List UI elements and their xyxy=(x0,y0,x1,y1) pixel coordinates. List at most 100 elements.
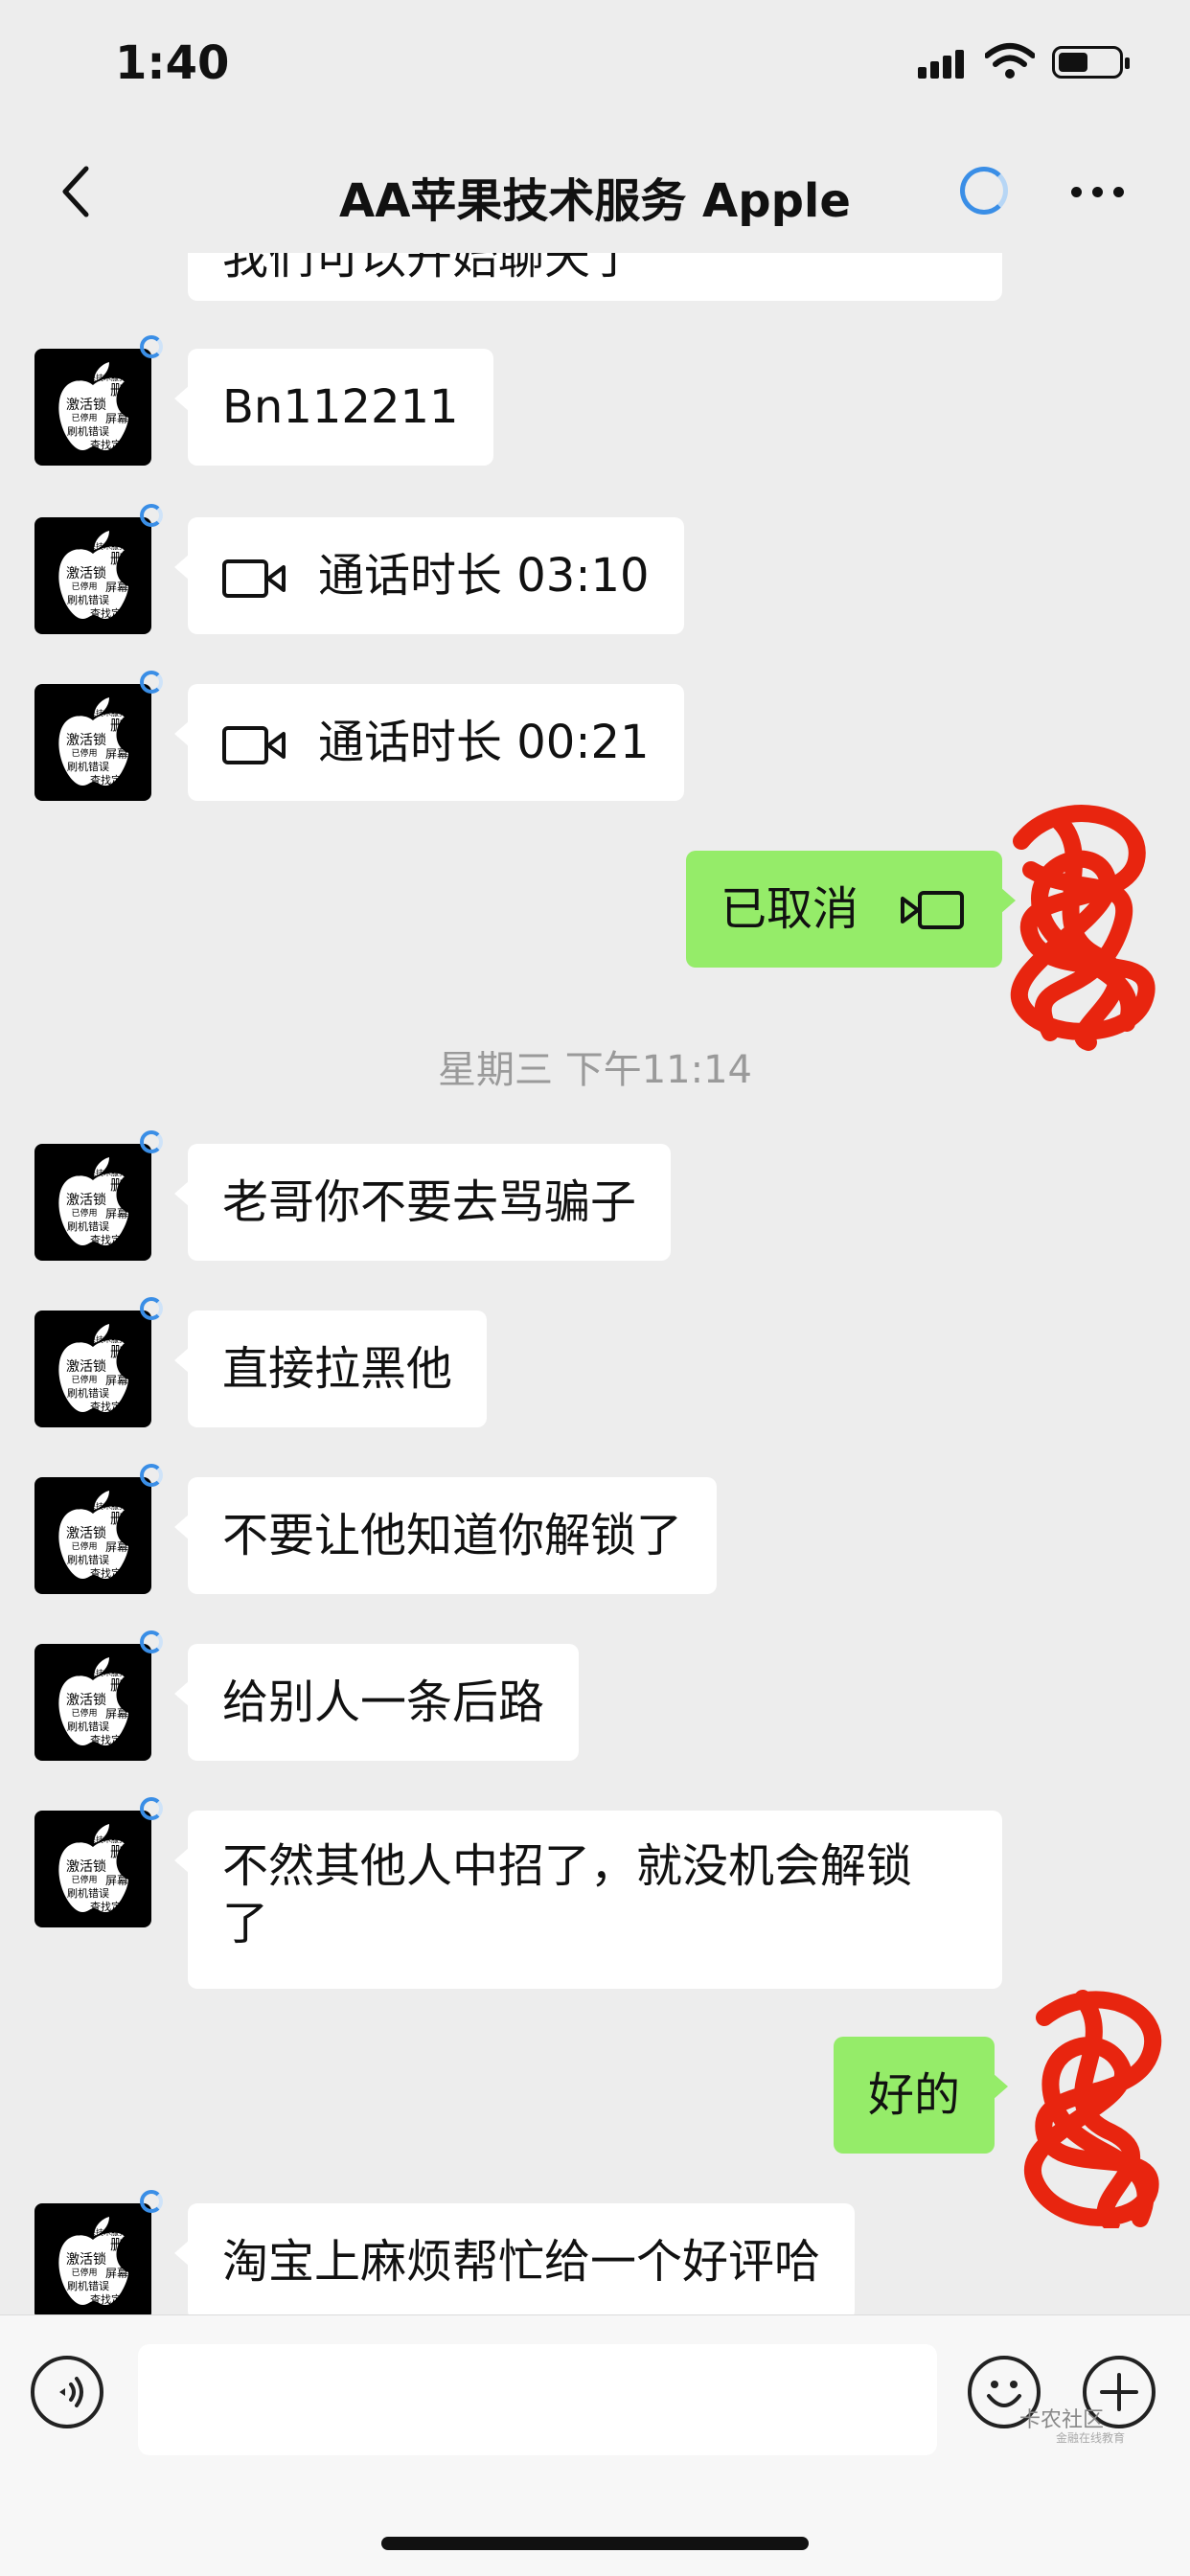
avatar-text: 刷机错误 xyxy=(67,2280,109,2292)
loading-badge-icon xyxy=(140,1297,163,1320)
avatar-text: 查找定位 xyxy=(90,439,132,451)
message-bubble[interactable]: 老哥你不要去骂骗子 xyxy=(173,1144,672,1261)
avatar-text: 删除ID xyxy=(110,1343,151,1360)
avatar-text: 删除ID xyxy=(110,1510,151,1527)
video-call-icon xyxy=(222,726,286,764)
call-duration: 通话时长 03:10 xyxy=(318,549,650,603)
message-text: 淘宝上麻烦帮忙给一个好评哈 xyxy=(222,2235,821,2289)
chat-header: AA苹果技术服务 Apple xyxy=(0,134,1190,253)
avatar-text: 刷机错误 xyxy=(67,594,109,606)
avatar-text: 查找定位 xyxy=(90,607,132,620)
avatar-text: 删除ID xyxy=(110,717,151,734)
call-bubble-sent[interactable]: 已取消 xyxy=(686,851,1016,968)
message-bubble[interactable]: 我们可以开始聊天了 xyxy=(188,253,1002,301)
more-dots-icon[interactable] xyxy=(1071,187,1125,198)
avatar-text: 查找定位 xyxy=(90,774,132,786)
avatar-text: 屏幕锁 xyxy=(104,747,140,761)
timestamp: 星期三 下午11:14 xyxy=(438,1048,752,1092)
loading-badge-icon xyxy=(140,1130,163,1153)
message-bubble[interactable]: 直接拉黑他 xyxy=(173,1311,488,1427)
message-text-line: 不然其他人中招了，就没机会解锁 xyxy=(222,1839,913,1893)
redaction-scribble xyxy=(1010,805,1156,1051)
message-text-line: 了 xyxy=(222,1897,269,1950)
chat-title: AA苹果技术服务 Apple xyxy=(339,174,851,228)
call-bubble[interactable]: 通话时长 00:21 xyxy=(174,684,684,801)
avatar-text: 查找定位 xyxy=(90,1901,132,1913)
avatar[interactable]: 专业苹果技术服务 删除ID 激活锁 已停用 屏幕锁 刷机错误 查找定位 xyxy=(34,517,151,634)
voice-icon[interactable] xyxy=(31,2356,103,2428)
avatar-text: 删除ID xyxy=(110,1676,151,1694)
avatar-text: 删除ID xyxy=(110,2236,151,2253)
avatar[interactable]: 专业苹果技术服务 删除ID 激活锁 已停用 屏幕锁 刷机错误 查找定位 xyxy=(34,1144,151,1261)
avatar[interactable]: 专业苹果技术服务 删除ID 激活锁 已停用 屏幕锁 刷机错误 查找定位 xyxy=(34,349,151,466)
message-bubble-sent[interactable]: 好的 xyxy=(834,2037,1009,2154)
avatar-text: 屏幕锁 xyxy=(104,412,140,425)
avatar-text: 查找定位 xyxy=(90,1567,132,1580)
avatar-text: 刷机错误 xyxy=(67,1554,109,1566)
spinner-icon xyxy=(960,167,1008,215)
avatar-text: 查找定位 xyxy=(90,1734,132,1746)
avatar-text: 激活锁 xyxy=(66,1693,106,1708)
message-bubble[interactable]: Bn112211 xyxy=(174,349,493,466)
message-bubble[interactable]: 不然其他人中招了，就没机会解锁 了 xyxy=(174,1811,1002,1989)
call-status: 已取消 xyxy=(721,882,859,936)
message-text: 直接拉黑他 xyxy=(222,1342,453,1396)
avatar-text: 屏幕锁 xyxy=(104,1540,140,1554)
loading-badge-icon xyxy=(140,671,163,694)
redaction-scribble xyxy=(1023,1990,1161,2228)
avatar-text: 屏幕锁 xyxy=(104,1874,140,1887)
avatar-text: 激活锁 xyxy=(66,1859,106,1875)
avatar[interactable]: 专业苹果技术服务 删除ID 激活锁 已停用 屏幕锁 刷机错误 查找定位 xyxy=(34,1644,151,1761)
avatar-text: 激活锁 xyxy=(66,2252,106,2268)
avatar-text: 删除ID xyxy=(110,1843,151,1860)
avatar[interactable]: 专业苹果技术服务 删除ID 激活锁 已停用 屏幕锁 刷机错误 查找定位 xyxy=(34,1311,151,1427)
avatar[interactable]: 专业苹果技术服务 删除ID 激活锁 已停用 屏幕锁 刷机错误 查找定位 xyxy=(34,2203,151,2314)
avatar-text: 刷机错误 xyxy=(67,1887,109,1900)
avatar-text: 激活锁 xyxy=(66,1526,106,1541)
call-bubble[interactable]: 通话时长 03:10 xyxy=(174,517,684,634)
avatar-text: 删除ID xyxy=(110,381,151,399)
avatar-text: 删除ID xyxy=(110,550,151,567)
avatar-text: 屏幕锁 xyxy=(104,1374,140,1387)
avatar[interactable]: 专业苹果技术服务 删除ID 激活锁 已停用 屏幕锁 刷机错误 查找定位 xyxy=(34,1811,151,1927)
avatar-text: 查找定位 xyxy=(90,2293,132,2306)
avatar-text: 刷机错误 xyxy=(67,761,109,773)
message-text: 好的 xyxy=(868,2068,961,2122)
loading-badge-icon xyxy=(140,1797,163,1820)
avatar-text: 激活锁 xyxy=(66,1359,106,1375)
video-call-icon xyxy=(901,891,964,929)
avatar-text: 屏幕锁 xyxy=(104,1207,140,1220)
avatar-text: 刷机错误 xyxy=(67,1220,109,1233)
loading-badge-icon xyxy=(140,2190,163,2213)
video-call-icon xyxy=(222,559,286,598)
status-time: 1:40 xyxy=(115,36,230,90)
home-indicator[interactable] xyxy=(381,2537,809,2550)
message-text: 不要让他知道你解锁了 xyxy=(222,1509,683,1562)
avatar-text: 激活锁 xyxy=(66,566,106,581)
message-list[interactable]: 我们可以开始聊天了 专业苹果技术服务 删除ID 激活锁 已停用 屏幕锁 刷机错误 查找定位 … xyxy=(0,253,1190,2314)
avatar-text: 查找定位 xyxy=(90,1234,132,1246)
status-bar: 1:40 xyxy=(0,0,1190,134)
avatar-text: 查找定位 xyxy=(90,1401,132,1413)
signal-icon xyxy=(918,50,968,79)
loading-badge-icon xyxy=(140,1630,163,1653)
avatar-text: 激活锁 xyxy=(66,1193,106,1208)
avatar-text: 屏幕锁 xyxy=(104,581,140,594)
loading-badge-icon xyxy=(140,504,163,527)
avatar[interactable]: 专业苹果技术服务 删除ID 激活锁 已停用 屏幕锁 刷机错误 查找定位 xyxy=(34,684,151,801)
message-text: 给别人一条后路 xyxy=(222,1676,545,1729)
message-bubble[interactable]: 给别人一条后路 xyxy=(173,1644,580,1761)
message-bubble[interactable]: 不要让他知道你解锁了 xyxy=(173,1477,718,1594)
avatar-text: 刷机错误 xyxy=(67,1387,109,1400)
avatar[interactable]: 专业苹果技术服务 删除ID 激活锁 已停用 屏幕锁 刷机错误 查找定位 xyxy=(34,1477,151,1594)
message-bubble[interactable]: 淘宝上麻烦帮忙给一个好评哈 xyxy=(173,2203,856,2314)
call-duration: 通话时长 00:21 xyxy=(318,716,650,769)
watermark-subtitle: 金融在线教育 xyxy=(1056,2431,1126,2445)
avatar-text: 激活锁 xyxy=(66,733,106,748)
loading-badge-icon xyxy=(140,335,163,358)
message-input[interactable] xyxy=(138,2344,937,2455)
avatar-text: 刷机错误 xyxy=(67,1721,109,1733)
loading-badge-icon xyxy=(140,1464,163,1487)
avatar-text: 刷机错误 xyxy=(67,425,109,438)
avatar-text: 删除ID xyxy=(110,1176,151,1194)
